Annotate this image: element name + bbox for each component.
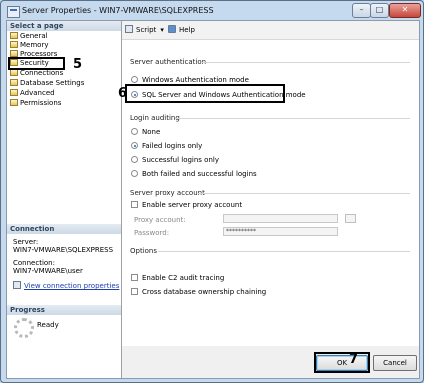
close-button[interactable]: ✕ xyxy=(389,3,421,18)
proxy-account-field[interactable] xyxy=(223,214,338,223)
annotation-box-auth-mode xyxy=(125,84,285,103)
annotation-number-5: 5 xyxy=(73,57,83,72)
audit-both-label: Both failed and successful logins xyxy=(142,170,257,178)
audit-none-radio[interactable]: None xyxy=(131,128,160,137)
title-bar[interactable]: Server Properties - WIN7-VMWARE\SQLEXPRE… xyxy=(1,1,423,21)
windows-auth-label: Windows Authentication mode xyxy=(142,76,249,84)
checkbox-indicator[interactable] xyxy=(131,288,138,295)
maximize-button[interactable]: □ xyxy=(370,3,389,18)
window-app-icon xyxy=(7,6,20,18)
progress-header: Progress xyxy=(7,305,121,315)
progress-spinner-icon xyxy=(14,318,34,338)
page-item-general[interactable]: General xyxy=(10,32,48,41)
c2-audit-label: Enable C2 audit tracing xyxy=(142,274,225,282)
page-item-label: Connections xyxy=(20,69,64,77)
dialog-client-area: Select a page General Memory Processors … xyxy=(6,20,420,379)
annotation-number-7: 7 xyxy=(349,352,359,367)
server-value: WIN7-VMWARE\SQLEXPRESS xyxy=(13,246,114,254)
annotation-number-6: 6 xyxy=(118,86,128,101)
checkbox-indicator[interactable] xyxy=(131,274,138,281)
page-item-connections[interactable]: Connections xyxy=(10,69,63,78)
page-icon xyxy=(10,99,18,106)
proxy-password-label: Password: xyxy=(134,229,170,237)
login-auditing-header: Login auditing xyxy=(130,114,180,122)
dialog-button-bar: OK Cancel 7 xyxy=(122,346,419,378)
page-icon xyxy=(10,89,18,96)
page-item-memory[interactable]: Memory xyxy=(10,41,48,50)
ownership-chaining-checkbox[interactable]: Cross database ownership chaining xyxy=(131,288,266,297)
page-item-label: Database Settings xyxy=(20,79,85,87)
server-label: Server: xyxy=(13,238,39,246)
script-icon xyxy=(125,25,133,33)
page-item-database-settings[interactable]: Database Settings xyxy=(10,79,84,88)
view-connection-properties-link[interactable]: View connection properties xyxy=(13,281,119,290)
help-button[interactable]: Help xyxy=(168,25,195,35)
page-icon xyxy=(10,32,18,39)
enable-proxy-label: Enable server proxy account xyxy=(142,201,243,209)
page-item-advanced[interactable]: Advanced xyxy=(10,89,55,98)
radio-indicator[interactable] xyxy=(131,156,138,163)
chevron-down-icon[interactable]: ▾ xyxy=(160,26,164,34)
page-icon xyxy=(10,41,18,48)
audit-none-label: None xyxy=(142,128,161,136)
security-settings-content: Server authentication Windows Authentica… xyxy=(118,40,419,346)
page-icon xyxy=(10,69,18,76)
minimize-button[interactable]: – xyxy=(352,3,371,18)
audit-successful-radio[interactable]: Successful logins only xyxy=(131,156,219,165)
radio-indicator[interactable] xyxy=(131,76,138,83)
toolbar: Script ▾ Help xyxy=(122,21,419,40)
properties-icon xyxy=(13,281,21,289)
page-icon xyxy=(10,50,18,57)
section-divider xyxy=(202,62,410,63)
section-divider xyxy=(176,118,410,119)
radio-indicator[interactable] xyxy=(131,142,138,149)
select-page-header: Select a page xyxy=(7,21,121,31)
cancel-button[interactable]: Cancel xyxy=(373,355,417,371)
page-item-label: Advanced xyxy=(20,89,55,97)
connection-label: Connection: xyxy=(13,259,55,267)
script-button[interactable]: Script ▾ xyxy=(125,25,164,35)
window-title: Server Properties - WIN7-VMWARE\SQLEXPRE… xyxy=(22,6,214,15)
connection-value: WIN7-VMWARE\user xyxy=(13,267,83,275)
radio-indicator[interactable] xyxy=(131,128,138,135)
connection-header: Connection xyxy=(7,224,121,234)
proxy-account-label: Proxy account: xyxy=(134,216,186,224)
audit-successful-label: Successful logins only xyxy=(142,156,219,164)
audit-failed-label: Failed logins only xyxy=(142,142,203,150)
script-label: Script xyxy=(136,26,157,34)
page-item-label: Memory xyxy=(20,41,49,49)
server-authentication-header: Server authentication xyxy=(130,58,207,66)
annotation-box-ok xyxy=(314,352,370,373)
page-icon xyxy=(10,79,18,86)
help-label: Help xyxy=(179,26,195,34)
ownership-chaining-label: Cross database ownership chaining xyxy=(142,288,267,296)
proxy-password-field[interactable]: ********** xyxy=(223,227,338,236)
radio-indicator[interactable] xyxy=(131,170,138,177)
server-properties-window: Server Properties - WIN7-VMWARE\SQLEXPRE… xyxy=(0,0,424,383)
audit-both-radio[interactable]: Both failed and successful logins xyxy=(131,170,257,179)
browse-proxy-button[interactable] xyxy=(345,214,356,223)
help-icon xyxy=(168,25,176,33)
page-item-label: General xyxy=(20,32,48,40)
section-divider xyxy=(158,251,410,252)
annotation-box-security xyxy=(8,57,65,70)
options-header: Options xyxy=(130,247,158,255)
section-divider xyxy=(198,193,410,194)
checkbox-indicator[interactable] xyxy=(131,201,138,208)
enable-proxy-checkbox[interactable]: Enable server proxy account xyxy=(131,201,242,210)
proxy-account-header: Server proxy account xyxy=(130,189,205,197)
progress-status: Ready xyxy=(37,321,59,329)
page-item-permissions[interactable]: Permissions xyxy=(10,99,61,108)
page-item-label: Permissions xyxy=(20,99,62,107)
c2-audit-checkbox[interactable]: Enable C2 audit tracing xyxy=(131,274,224,283)
audit-failed-radio[interactable]: Failed logins only xyxy=(131,142,202,151)
page-selector-pane: Select a page General Memory Processors … xyxy=(7,21,122,378)
